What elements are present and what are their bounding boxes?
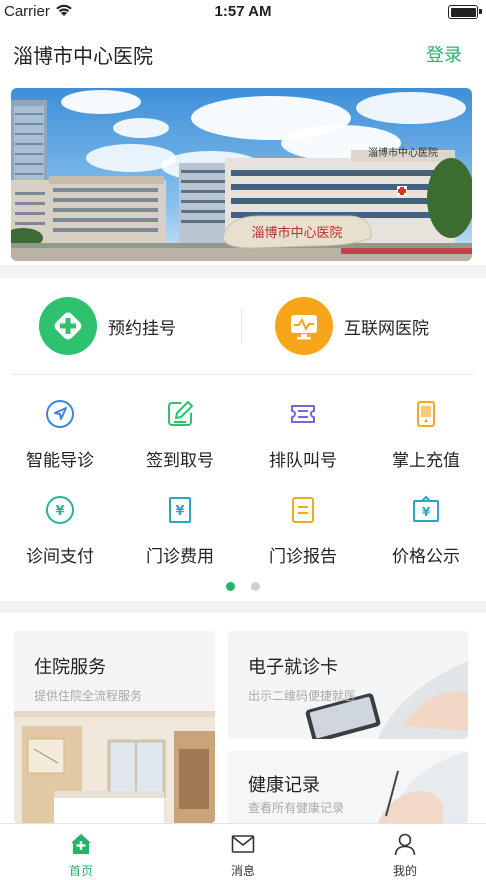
- hospital-title: 淄博市中心医院: [13, 44, 153, 68]
- banner-section: 淄博市中心医院 淄博市中心医院: [0, 86, 486, 265]
- login-button[interactable]: 登录: [426, 41, 462, 67]
- battery-icon: [448, 5, 482, 19]
- outpatient-report-button[interactable]: 门诊报告: [243, 494, 363, 574]
- ticket-icon: [291, 405, 315, 423]
- outpatient-fee-label: 门诊费用: [146, 547, 214, 567]
- primary-services-row: 预约挂号 互联网医院: [0, 278, 486, 374]
- row-divider: [12, 374, 474, 375]
- phone-recharge-icon: [417, 401, 435, 427]
- appointment-label: 预约挂号: [108, 319, 176, 339]
- appointment-icon-circle: [39, 297, 97, 355]
- hospital-building-illustration: 淄博市中心医院 淄博市中心医院: [11, 88, 472, 261]
- yuan-circle-icon: ¥: [46, 496, 74, 524]
- svg-text:淄博市中心医院: 淄博市中心医院: [251, 225, 342, 241]
- queue-call-button[interactable]: 排队叫号: [243, 398, 363, 478]
- hand-phone-illustration: [305, 661, 468, 739]
- inpatient-subtitle: 提供住院全流程服务: [34, 689, 143, 703]
- internet-hospital-icon-circle: [275, 297, 333, 355]
- user-icon: [394, 833, 416, 856]
- clinic-payment-button[interactable]: ¥ 诊间支付: [0, 494, 120, 574]
- yuan-board-icon: ¥: [413, 495, 439, 522]
- feature-cards: 住院服务 提供住院全流程服务 电子就诊卡 出示二维码便捷就医 健康记录 查看所有…: [0, 613, 486, 823]
- price-publicity-label: 价格公示: [392, 547, 460, 567]
- health-record-title: 健康记录: [248, 775, 320, 796]
- checkin-button[interactable]: 签到取号: [120, 398, 240, 478]
- inpatient-title: 住院服务: [34, 657, 106, 678]
- plus-cross-icon: [54, 312, 82, 340]
- quick-services-panel: 预约挂号 互联网医院 智能导诊 签到取号 排队叫号 掌上充值 ¥ 诊间支付 ¥ …: [0, 278, 486, 601]
- queue-call-label: 排队叫号: [269, 451, 337, 471]
- tab-messages-label: 消息: [230, 864, 255, 878]
- outpatient-fee-button[interactable]: ¥ 门诊费用: [120, 494, 240, 574]
- home-plus-icon: [71, 834, 91, 854]
- e-card-subtitle: 出示二维码便捷就医: [248, 689, 357, 703]
- top-header: 淄博市中心医院 登录: [0, 24, 486, 86]
- smart-guide-button[interactable]: 智能导诊: [0, 398, 120, 478]
- svg-text:¥: ¥: [175, 504, 184, 519]
- monitor-pulse-icon: [291, 315, 317, 340]
- page-indicator: [0, 576, 486, 591]
- mobile-recharge-label: 掌上充值: [392, 451, 460, 471]
- svg-text:¥: ¥: [55, 504, 64, 519]
- yuan-receipt-icon: ¥: [169, 497, 191, 523]
- tab-home[interactable]: 首页: [0, 824, 162, 880]
- clock-time: 1:57 AM: [214, 3, 272, 20]
- edit-pen-icon: [168, 401, 193, 426]
- e-card-card[interactable]: 电子就诊卡 出示二维码便捷就医: [228, 631, 468, 739]
- navigation-arrow-icon: [46, 400, 74, 428]
- health-record-card[interactable]: 健康记录 查看所有健康记录: [228, 751, 468, 823]
- svg-text:¥: ¥: [422, 505, 431, 519]
- page-dot[interactable]: [250, 582, 260, 591]
- clinic-payment-label: 诊间支付: [26, 547, 94, 567]
- tab-profile[interactable]: 我的: [324, 824, 486, 880]
- status-bar: Carrier 1:57 AM: [0, 0, 486, 24]
- smart-guide-label: 智能导诊: [26, 451, 94, 471]
- checkin-label: 签到取号: [146, 451, 214, 471]
- health-record-subtitle: 查看所有健康记录: [248, 801, 345, 815]
- tab-profile-label: 我的: [392, 864, 417, 878]
- report-document-icon: [292, 497, 314, 523]
- tab-messages[interactable]: 消息: [162, 824, 324, 880]
- e-card-title: 电子就诊卡: [248, 657, 338, 678]
- svg-text:淄博市中心医院: 淄博市中心医院: [368, 146, 438, 159]
- page-dot-active[interactable]: [226, 582, 236, 591]
- bottom-tab-bar: 首页 消息 我的: [0, 823, 486, 880]
- tab-home-label: 首页: [68, 864, 93, 878]
- services-divider: [241, 308, 242, 344]
- inpatient-service-card[interactable]: 住院服务 提供住院全流程服务: [14, 631, 215, 823]
- hospital-banner-image[interactable]: 淄博市中心医院 淄博市中心医院: [11, 88, 472, 261]
- mail-icon: [231, 835, 255, 853]
- app-screen: Carrier 1:57 AM 淄博市中心医院 登录 淄博市中心医院 淄博市中心…: [0, 0, 486, 880]
- mobile-recharge-button[interactable]: 掌上充值: [366, 398, 486, 478]
- price-publicity-button[interactable]: ¥ 价格公示: [366, 494, 486, 574]
- internet-hospital-label: 互联网医院: [344, 319, 429, 339]
- outpatient-report-label: 门诊报告: [269, 547, 337, 567]
